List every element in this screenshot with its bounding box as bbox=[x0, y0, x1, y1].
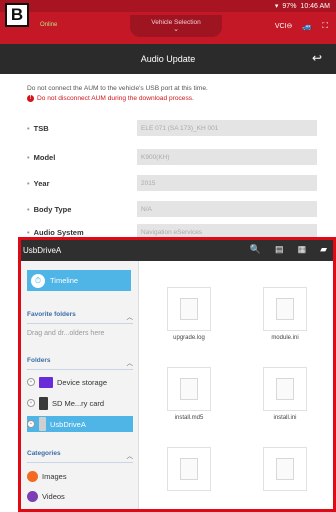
app-header: B Online Vehicle Selection ⌄ VCI⊖ 🚙 ⛶ bbox=[0, 3, 336, 44]
grid-view-icon[interactable]: ▦ bbox=[298, 244, 307, 255]
chevron-up-icon: ︿ bbox=[126, 314, 134, 321]
chevron-down-icon: ⌄ bbox=[173, 26, 179, 33]
folder-label: SD Me...ry card bbox=[52, 398, 105, 408]
expand-toggle-icon[interactable]: + bbox=[27, 378, 35, 386]
file-icon bbox=[263, 447, 307, 491]
field-model: Model K900(KH) bbox=[27, 149, 327, 165]
expand-toggle-icon[interactable]: + bbox=[27, 399, 35, 407]
folders-header[interactable]: Folders ︿ bbox=[27, 357, 133, 370]
expand-toggle-icon[interactable]: + bbox=[27, 420, 35, 428]
field-value: N/A bbox=[137, 201, 317, 217]
app-screen: ▾ 97% 10:46 AM B Online Vehicle Selectio… bbox=[0, 0, 336, 512]
image-icon bbox=[27, 470, 38, 482]
folder-label: UsbDriveA bbox=[50, 419, 86, 429]
panel-badge: B bbox=[5, 3, 29, 27]
category-videos[interactable]: Videos bbox=[27, 488, 133, 504]
clock-time: 10:46 AM bbox=[300, 2, 330, 10]
file-tile[interactable]: install.ini bbox=[249, 367, 321, 421]
file-tile[interactable] bbox=[249, 447, 321, 495]
signal-icon: ▾ bbox=[274, 3, 279, 10]
connection-status: Online bbox=[40, 22, 58, 28]
screen-title: Audio Update bbox=[140, 54, 196, 64]
warning-line-1: Do not connect the AUM to the vehicle's … bbox=[27, 85, 208, 92]
search-icon[interactable]: 🔍 bbox=[250, 244, 261, 255]
folder-icon[interactable]: ▰ bbox=[320, 244, 327, 255]
expand-icon[interactable]: ⛶ bbox=[322, 21, 328, 31]
warning-line-2: Do not disconnect AUM during the downloa… bbox=[37, 95, 194, 102]
alert-icon: ! bbox=[27, 94, 34, 102]
sd-card-icon bbox=[39, 396, 48, 410]
section-label: Folders bbox=[27, 357, 51, 364]
vehicle-selection-button[interactable]: Vehicle Selection ⌄ bbox=[130, 15, 222, 37]
field-body-type: Body Type N/A bbox=[27, 201, 327, 217]
vci-label: VCI bbox=[274, 23, 287, 30]
field-label: TSB bbox=[27, 124, 137, 133]
battery-level: 97% bbox=[282, 2, 297, 10]
device-storage-icon bbox=[39, 376, 53, 388]
header-icons: VCI⊖ 🚙 ⛶ bbox=[275, 21, 328, 31]
field-value: 2015 bbox=[137, 175, 317, 191]
chevron-up-icon: ︿ bbox=[126, 453, 134, 460]
file-icon bbox=[167, 287, 211, 331]
field-label: Audio System bbox=[27, 228, 137, 237]
folder-sd-card[interactable]: + SD Me...ry card bbox=[27, 395, 133, 411]
vehicle-selection-label: Vehicle Selection bbox=[151, 19, 201, 26]
file-tile[interactable]: module.ini bbox=[249, 287, 321, 341]
file-name: upgrade.log bbox=[173, 335, 205, 341]
file-icon bbox=[263, 287, 307, 331]
file-name: install.ini bbox=[273, 415, 297, 421]
favorites-header[interactable]: Favorite folders ︿ bbox=[27, 311, 133, 324]
file-name: install.md5 bbox=[174, 415, 204, 421]
save-icon[interactable]: ▤ bbox=[275, 244, 284, 255]
timeline-label: Timeline bbox=[50, 276, 79, 285]
field-label: Model bbox=[27, 153, 137, 162]
section-label: Categories bbox=[27, 450, 61, 457]
category-label: Images bbox=[42, 471, 67, 481]
file-icon bbox=[263, 367, 307, 411]
folder-label: Device storage bbox=[57, 377, 108, 387]
file-tile[interactable]: upgrade.log bbox=[153, 287, 225, 341]
clock-icon: ⏱ bbox=[31, 273, 45, 288]
folder-device-storage[interactable]: + Device storage bbox=[27, 374, 133, 390]
field-value: K900(KH) bbox=[137, 149, 317, 165]
current-folder-title: UsbDriveA bbox=[23, 246, 62, 255]
field-label: Body Type bbox=[27, 205, 137, 214]
file-grid: upgrade.log module.ini install.md5 insta… bbox=[141, 261, 333, 509]
timeline-button[interactable]: ⏱ Timeline bbox=[27, 270, 131, 291]
file-icon bbox=[167, 447, 211, 491]
screen-title-bar: Audio Update ↩ bbox=[0, 44, 336, 74]
field-value: ELE 071 (SA 173)_KH 001 bbox=[137, 120, 317, 136]
drag-hint: Drag and dr...olders here bbox=[27, 330, 105, 337]
file-icon bbox=[167, 367, 211, 411]
file-manager-panel: UsbDriveA 🔍 ▤ ▦ ▰ ⏱ Timeline Favorite fo… bbox=[18, 237, 336, 512]
system-status-bar: ▾ 97% 10:46 AM bbox=[0, 0, 336, 12]
field-year: Year 2015 bbox=[27, 175, 327, 191]
chevron-up-icon: ︿ bbox=[126, 360, 134, 367]
folder-usb-drive[interactable]: + UsbDriveA bbox=[27, 416, 133, 432]
navigation-pane: ⏱ Timeline Favorite folders ︿ Drag and d… bbox=[21, 261, 139, 509]
file-manager-toolbar: UsbDriveA 🔍 ▤ ▦ ▰ bbox=[21, 240, 333, 261]
file-tile[interactable] bbox=[153, 447, 225, 495]
usb-drive-icon bbox=[39, 417, 46, 431]
back-arrow-icon[interactable]: ↩ bbox=[312, 51, 322, 65]
vci-status-icon[interactable]: VCI⊖ bbox=[275, 22, 293, 30]
video-icon bbox=[27, 490, 38, 502]
category-label: Videos bbox=[42, 491, 65, 501]
field-tsb: TSB ELE 071 (SA 173)_KH 001 bbox=[27, 120, 327, 136]
car-icon[interactable]: 🚙 bbox=[302, 22, 312, 31]
categories-header[interactable]: Categories ︿ bbox=[27, 450, 133, 463]
file-name: module.ini bbox=[271, 335, 299, 341]
file-tile[interactable]: install.md5 bbox=[153, 367, 225, 421]
section-label: Favorite folders bbox=[27, 311, 76, 318]
field-label: Year bbox=[27, 179, 137, 188]
warning-messages: Do not connect the AUM to the vehicle's … bbox=[27, 84, 208, 104]
category-images[interactable]: Images bbox=[27, 468, 133, 484]
